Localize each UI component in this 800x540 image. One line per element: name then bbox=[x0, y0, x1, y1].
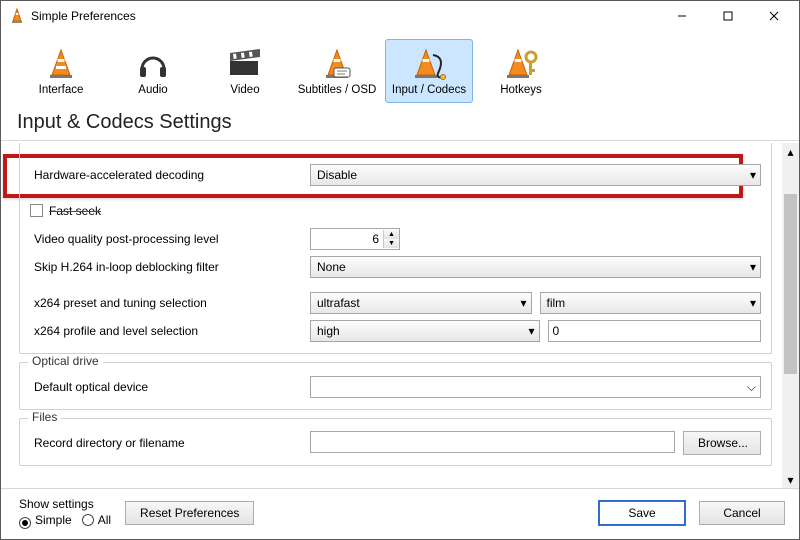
cone-cable-icon bbox=[409, 46, 449, 82]
chevron-down-icon: ▾ bbox=[520, 296, 526, 310]
chevron-down-icon: ⌵ bbox=[747, 380, 756, 395]
headphones-icon bbox=[133, 46, 173, 82]
vertical-scrollbar[interactable]: ▴ ▾ bbox=[782, 143, 799, 488]
cone-subtitles-icon bbox=[317, 46, 357, 82]
show-settings-group: Show settings Simple All bbox=[19, 497, 111, 529]
minimize-button[interactable] bbox=[659, 1, 705, 31]
preferences-window: Simple Preferences Interface Audio Video… bbox=[0, 0, 800, 540]
titlebar: Simple Preferences bbox=[1, 1, 799, 31]
x264-profile-label: x264 profile and level selection bbox=[30, 324, 310, 338]
show-settings-label: Show settings bbox=[19, 497, 111, 511]
codecs-group: Hardware-accelerated decoding Disable ▾ … bbox=[19, 143, 772, 354]
chevron-down-icon: ▾ bbox=[750, 168, 756, 182]
chevron-down-icon: ▾ bbox=[750, 260, 756, 274]
spin-down-icon[interactable]: ▼ bbox=[384, 239, 399, 248]
app-icon bbox=[9, 8, 25, 24]
window-title: Simple Preferences bbox=[31, 9, 659, 23]
record-dir-label: Record directory or filename bbox=[30, 436, 310, 450]
x264-level-input[interactable] bbox=[548, 320, 762, 342]
scroll-down-icon[interactable]: ▾ bbox=[782, 471, 799, 488]
footer: Show settings Simple All Reset Preferenc… bbox=[1, 491, 799, 539]
postproc-label: Video quality post-processing level bbox=[30, 232, 310, 246]
skip-h264-label: Skip H.264 in-loop deblocking filter bbox=[30, 260, 310, 274]
close-button[interactable] bbox=[751, 1, 797, 31]
browse-button[interactable]: Browse... bbox=[683, 431, 761, 455]
scroll-thumb[interactable] bbox=[784, 194, 797, 374]
x264-tune-select[interactable]: film ▾ bbox=[540, 292, 762, 314]
cone-key-icon bbox=[501, 46, 541, 82]
category-tabs: Interface Audio Video Subtitles / OSD In… bbox=[1, 31, 799, 109]
files-legend: Files bbox=[28, 410, 61, 424]
hw-decoding-select[interactable]: Disable ▾ bbox=[310, 164, 761, 186]
postproc-spinbox[interactable]: ▲▼ bbox=[310, 228, 400, 250]
optical-legend: Optical drive bbox=[28, 354, 103, 368]
clapper-icon bbox=[225, 46, 265, 82]
tab-interface[interactable]: Interface bbox=[17, 39, 105, 103]
scroll-up-icon[interactable]: ▴ bbox=[782, 143, 799, 160]
tab-video[interactable]: Video bbox=[201, 39, 289, 103]
default-optical-label: Default optical device bbox=[30, 380, 310, 394]
radio-simple[interactable]: Simple bbox=[19, 513, 72, 527]
chevron-down-icon: ▾ bbox=[750, 296, 756, 310]
files-group: Files Record directory or filename Brows… bbox=[19, 418, 772, 466]
record-dir-input[interactable] bbox=[310, 431, 675, 453]
spin-up-icon[interactable]: ▲ bbox=[384, 230, 399, 239]
skip-h264-select[interactable]: None ▾ bbox=[310, 256, 761, 278]
fast-seek-checkbox[interactable]: Fast seek bbox=[30, 204, 310, 218]
maximize-button[interactable] bbox=[705, 1, 751, 31]
chevron-down-icon: ▾ bbox=[528, 324, 534, 338]
radio-all[interactable]: All bbox=[82, 513, 111, 527]
save-button[interactable]: Save bbox=[599, 501, 685, 525]
x264-preset-label: x264 preset and tuning selection bbox=[30, 296, 310, 310]
tab-subtitles[interactable]: Subtitles / OSD bbox=[293, 39, 381, 103]
cone-icon bbox=[41, 46, 81, 82]
section-title: Input & Codecs Settings bbox=[1, 109, 799, 140]
tab-hotkeys[interactable]: Hotkeys bbox=[477, 39, 565, 103]
cancel-button[interactable]: Cancel bbox=[699, 501, 785, 525]
reset-preferences-button[interactable]: Reset Preferences bbox=[125, 501, 254, 525]
x264-preset-select[interactable]: ultrafast ▾ bbox=[310, 292, 532, 314]
x264-profile-select[interactable]: high ▾ bbox=[310, 320, 540, 342]
optical-group: Optical drive Default optical device ⌵ bbox=[19, 362, 772, 410]
default-optical-select[interactable]: ⌵ bbox=[310, 376, 761, 398]
tab-input-codecs[interactable]: Input / Codecs bbox=[385, 39, 473, 103]
tab-audio[interactable]: Audio bbox=[109, 39, 197, 103]
hw-decoding-label: Hardware-accelerated decoding bbox=[30, 168, 310, 182]
